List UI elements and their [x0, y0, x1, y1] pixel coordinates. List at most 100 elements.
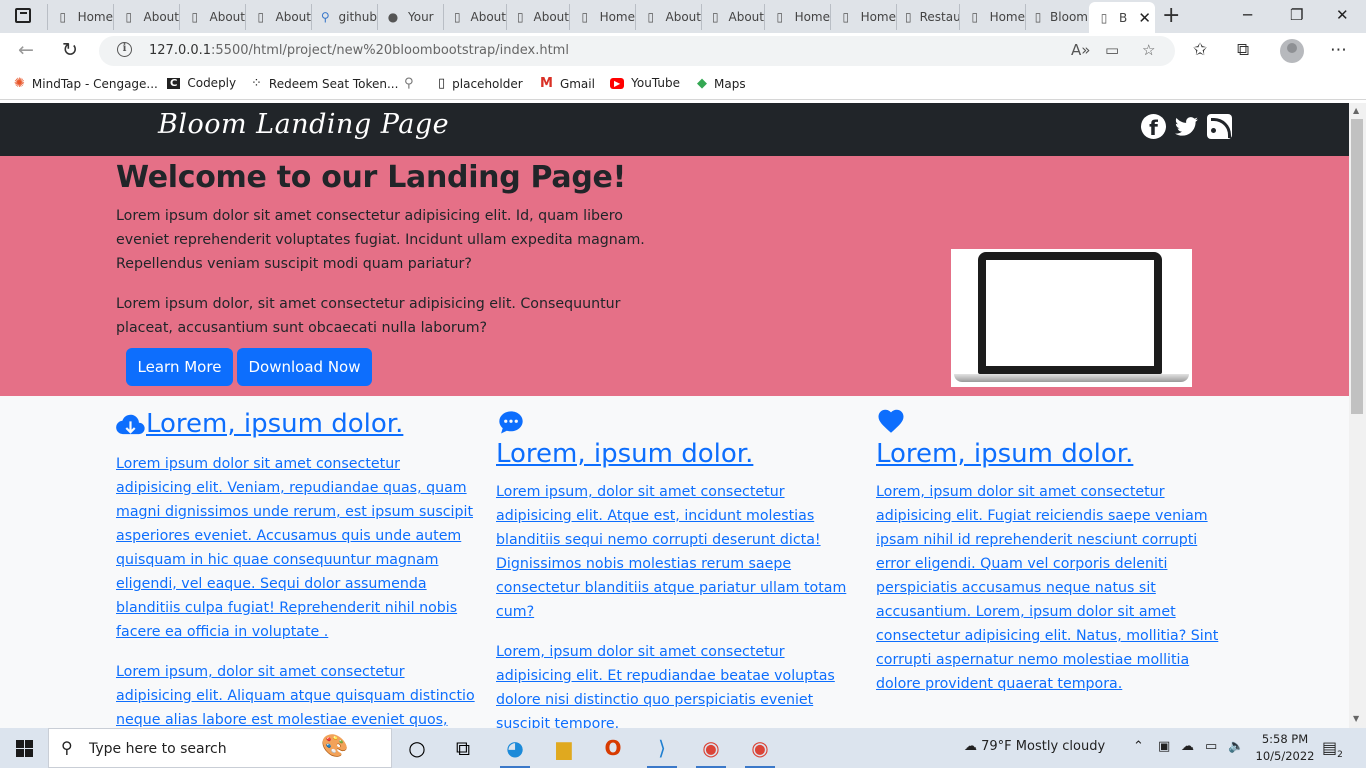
browser-tab[interactable]: ▯ About — [443, 4, 506, 30]
restore-icon[interactable]: ❐ — [1290, 6, 1303, 24]
minimize-icon[interactable]: ─ — [1243, 6, 1252, 24]
page-icon: ▯ — [125, 10, 133, 24]
taskbar-clock[interactable]: 5:58 PM 10/5/2022 — [1255, 731, 1315, 765]
feature-paragraph[interactable]: Lorem, ipsum dolor sit amet consectetur … — [876, 480, 1236, 696]
address-bar[interactable]: i 127.0.0.1:5500/html/project/new%20bloo… — [99, 36, 1175, 66]
browser-tab[interactable]: ● Your — [377, 4, 443, 30]
page-viewport: Bloom Landing Page f Welcome to our Land… — [0, 103, 1349, 728]
browser-tab[interactable]: ▯ About — [113, 4, 179, 30]
weather-widget[interactable]: ☁ 79°F Mostly cloudy — [964, 739, 1105, 754]
browser-tab[interactable]: ▯ About — [635, 4, 701, 30]
collections-icon[interactable]: ⧉ — [1237, 40, 1249, 60]
browser-tab[interactable]: ▯ About — [179, 4, 245, 30]
office-icon[interactable]: O — [590, 728, 636, 768]
scroll-down-icon[interactable]: ▼ — [1353, 714, 1359, 723]
close-window-icon[interactable]: ✕ — [1336, 6, 1349, 24]
taskbar-search[interactable]: ⚲ Type here to search 🎨 — [48, 728, 392, 768]
page-icon: ▯ — [776, 10, 784, 24]
laptop-base — [954, 374, 1189, 382]
favorites-icon[interactable]: ✩ — [1193, 40, 1207, 60]
maps-icon: ◆ — [697, 76, 707, 91]
scrollbar-thumb[interactable] — [1351, 119, 1363, 414]
browser-tab[interactable]: ▯ Home — [764, 4, 830, 30]
browser-tab[interactable]: ▯ Home — [830, 4, 896, 30]
vscode-icon[interactable]: ⟩ — [639, 728, 685, 768]
github-icon: ● — [387, 10, 399, 24]
cloud-download-icon — [116, 414, 145, 435]
add-favorite-icon[interactable]: ☆ — [1142, 41, 1155, 59]
cortana-icon[interactable]: ○ — [394, 728, 440, 768]
address-bar-row: ← ↻ i 127.0.0.1:5500/html/project/new%20… — [0, 33, 1366, 70]
laptop-lid — [978, 252, 1162, 374]
scroll-up-icon[interactable]: ▲ — [1353, 106, 1359, 115]
immersive-reader-icon[interactable]: ▭ — [1105, 41, 1119, 59]
back-icon[interactable]: ← — [18, 39, 34, 61]
laptop-image — [951, 249, 1192, 387]
info-icon[interactable]: i — [117, 42, 132, 57]
hero-section: Welcome to our Landing Page! Lorem ipsum… — [0, 156, 1349, 396]
chrome-icon[interactable]: ◉ — [688, 728, 734, 768]
page-icon: ▯ — [581, 10, 589, 24]
more-menu-icon[interactable]: ⋯ — [1330, 40, 1347, 60]
volume-icon[interactable]: 🔈 — [1228, 739, 1244, 754]
bookmark-codeply[interactable]: C Codeply — [167, 76, 236, 90]
battery-icon[interactable]: ▭ — [1205, 739, 1217, 754]
edge-icon[interactable]: ◕ — [492, 728, 538, 768]
bookmark-search[interactable]: ⚲ — [404, 76, 421, 91]
search-highlight-icon: 🎨 — [321, 734, 349, 759]
url-text[interactable]: 127.0.0.1:5500/html/project/new%20bloomb… — [149, 43, 569, 58]
meet-icon[interactable]: ▣ — [1158, 739, 1170, 754]
chrome-profile-icon[interactable]: ◉ — [737, 728, 783, 768]
browser-tab[interactable]: ▯ About — [701, 4, 764, 30]
notifications-icon[interactable]: ▤2 — [1322, 738, 1343, 760]
feature-paragraph[interactable]: Lorem ipsum, dolor sit amet consectetur … — [496, 480, 856, 624]
learn-more-button[interactable]: Learn More — [126, 348, 233, 386]
bookmark-maps[interactable]: ◆ Maps — [697, 76, 746, 91]
bookmark-mindtap[interactable]: ✺ MindTap - Cengage... — [14, 76, 158, 91]
browser-tab[interactable]: ▯ Home — [47, 4, 113, 30]
close-tab-icon[interactable]: ✕ — [1138, 9, 1151, 27]
feature-title[interactable]: Lorem, ipsum dolor. — [876, 439, 1133, 469]
chevron-up-icon[interactable]: ⌃ — [1133, 739, 1144, 754]
browser-tab[interactable]: ▯ About — [245, 4, 311, 30]
search-icon: ⚲ — [404, 76, 414, 91]
feature-paragraph[interactable]: Lorem, ipsum dolor sit amet consectetur … — [496, 640, 856, 728]
feature-title[interactable]: Lorem, ipsum dolor. — [496, 439, 753, 469]
task-view-icon[interactable]: ⧉ — [440, 728, 486, 768]
download-now-button[interactable]: Download Now — [237, 348, 372, 386]
profile-avatar[interactable] — [1280, 39, 1304, 63]
file-explorer-icon[interactable]: ▆ — [541, 728, 587, 768]
page-icon: ▯ — [647, 10, 655, 24]
facebook-icon[interactable]: f — [1141, 114, 1166, 139]
new-tab-icon[interactable]: + — [1162, 3, 1180, 28]
feature-title[interactable]: Lorem, ipsum dolor. — [146, 409, 403, 439]
page-icon: ▯ — [905, 10, 912, 24]
window-menu-icon[interactable] — [15, 8, 31, 23]
page-icon: ▯ — [453, 10, 461, 24]
page-icon: ▯ — [257, 10, 265, 24]
refresh-icon[interactable]: ↻ — [62, 39, 78, 61]
onedrive-icon[interactable]: ☁ — [1181, 739, 1194, 754]
bookmark-gmail[interactable]: M Gmail — [540, 76, 595, 91]
browser-tab[interactable]: ⚲ github — [311, 4, 377, 30]
page-scrollbar[interactable]: ▲ ▼ — [1349, 103, 1366, 728]
browser-tab[interactable]: ▯ Home — [959, 4, 1025, 30]
page-icon: ▯ — [438, 76, 446, 91]
browser-tab-active[interactable]: ▯ B ✕ — [1089, 2, 1155, 33]
browser-tab[interactable]: ▯ Home — [569, 4, 635, 30]
bookmark-redeem[interactable]: ⁘ Redeem Seat Token... — [251, 76, 398, 91]
read-aloud-icon[interactable]: A» — [1071, 41, 1090, 59]
twitter-icon[interactable] — [1174, 114, 1199, 139]
browser-tab[interactable]: ▯ About — [506, 4, 569, 30]
cloud-icon: ☁ — [964, 739, 977, 754]
bookmark-placeholder[interactable]: ▯ placeholder — [438, 76, 523, 91]
windows-start-icon[interactable] — [16, 740, 33, 757]
site-brand[interactable]: Bloom Landing Page — [158, 109, 449, 140]
bookmarks-bar: ✺ MindTap - Cengage... C Codeply ⁘ Redeem S… — [0, 70, 1366, 100]
browser-tab[interactable]: ▯ Restau — [896, 4, 959, 30]
browser-tab[interactable]: ▯ Bloom — [1025, 4, 1088, 30]
feature-paragraph[interactable]: Lorem ipsum, dolor sit amet consectetur … — [116, 660, 476, 728]
rss-icon[interactable] — [1207, 114, 1232, 139]
bookmark-youtube[interactable]: ▶ YouTube — [610, 76, 680, 90]
feature-paragraph[interactable]: Lorem ipsum dolor sit amet consectetur a… — [116, 452, 476, 644]
